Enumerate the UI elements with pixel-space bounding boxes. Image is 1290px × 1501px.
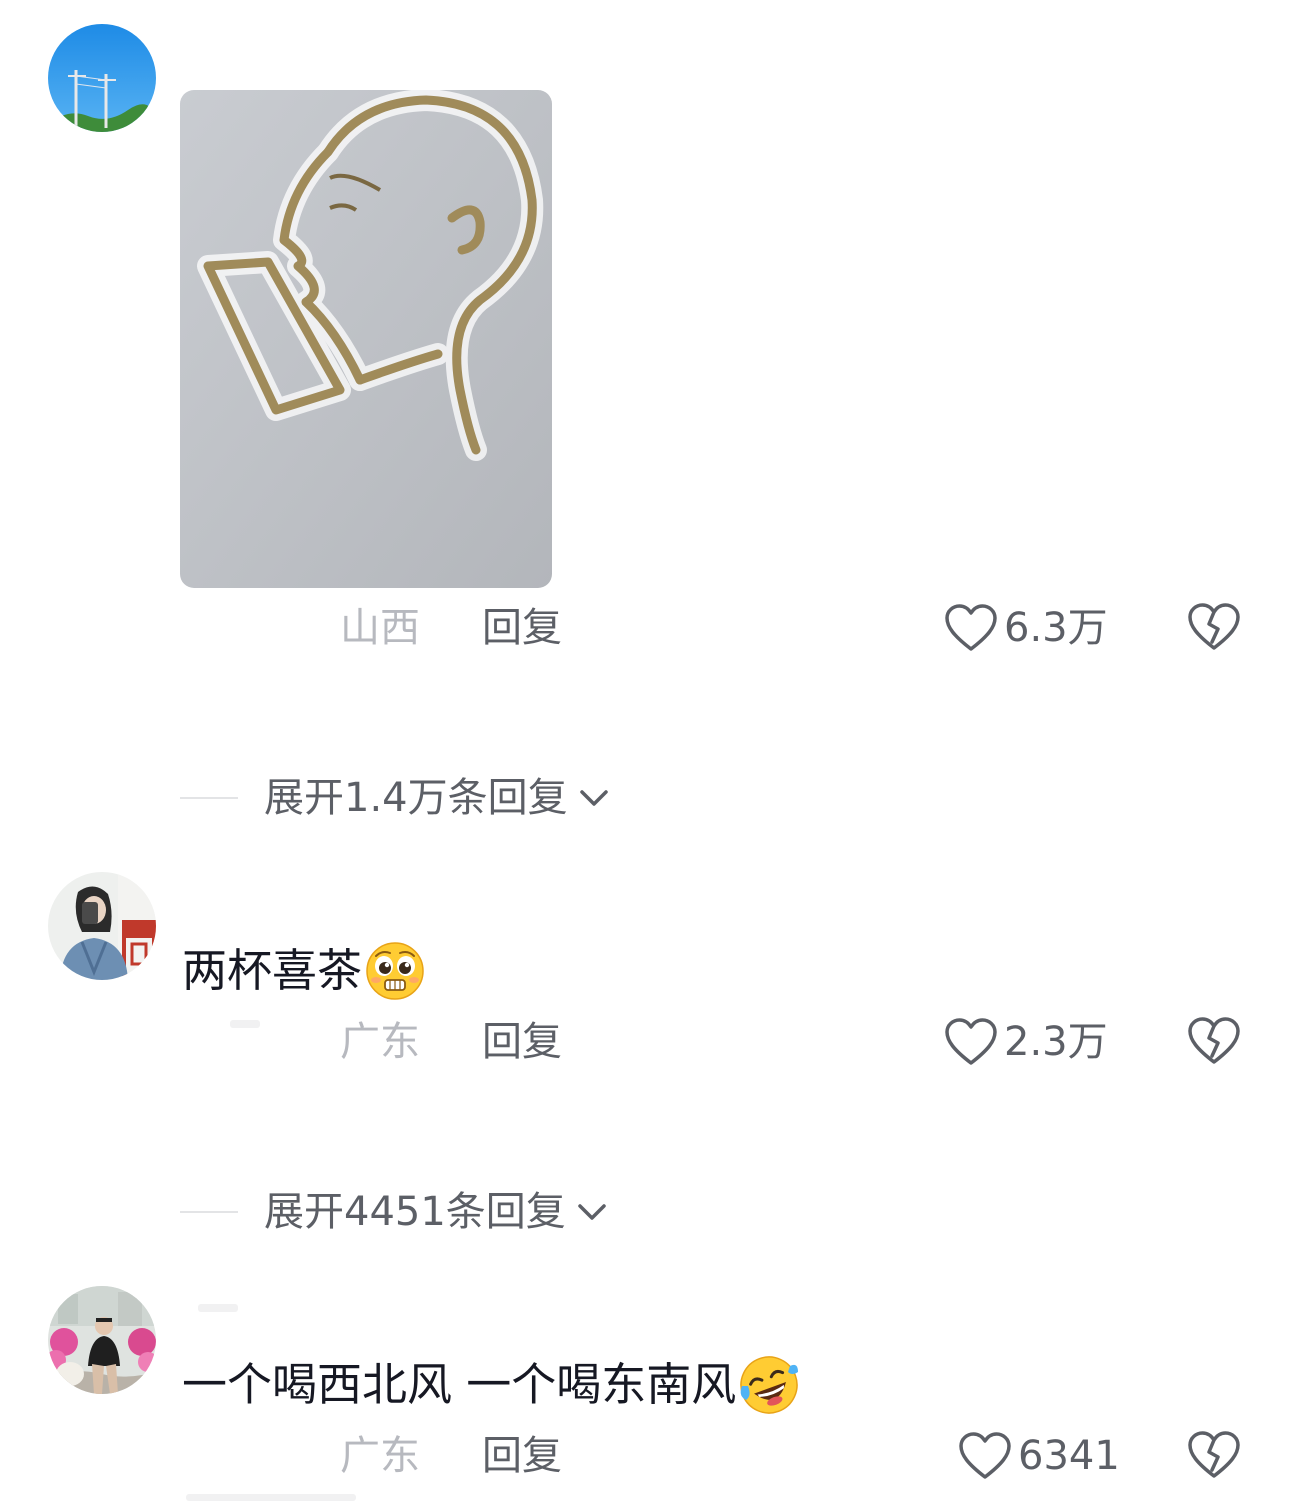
faint-divider (198, 1304, 238, 1312)
user-avatar[interactable] (48, 24, 156, 132)
comment-text: 一个喝西北风 一个喝东南风 (182, 1354, 800, 1416)
comment-image[interactable] (180, 90, 552, 588)
pleading-face-emoji (364, 940, 426, 1002)
comment-body: 一个喝西北风 一个喝东南风 (182, 1358, 737, 1411)
like-count: 2.3万 (1004, 1019, 1108, 1065)
comment-text: 两杯喜茶 (182, 940, 426, 1002)
broken-heart-icon[interactable] (1187, 1430, 1241, 1480)
comment-meta: 广东 回复 2.3万 (0, 1012, 1290, 1072)
user-avatar[interactable] (48, 872, 156, 980)
user-avatar[interactable] (48, 1286, 156, 1394)
comment-body: 两杯喜茶 (182, 944, 363, 997)
reply-button[interactable]: 回复 (482, 598, 562, 658)
faint-divider (186, 1494, 356, 1501)
comment-meta: 广东 回复 6341 (0, 1426, 1290, 1486)
broken-heart-icon[interactable] (1187, 602, 1241, 652)
chevron-down-icon (578, 1204, 606, 1220)
reply-button[interactable]: 回复 (482, 1012, 562, 1072)
divider-line (180, 1211, 238, 1213)
like-button[interactable]: 2.3万 (944, 1012, 1108, 1072)
reply-button[interactable]: 回复 (482, 1426, 562, 1486)
chevron-down-icon (579, 790, 608, 806)
like-count: 6.3万 (1004, 605, 1108, 651)
rolling-on-floor-laughing-emoji (738, 1354, 800, 1416)
expand-replies-button[interactable]: 展开1.4万条回复 (180, 768, 612, 828)
heart-outline-icon (945, 1018, 997, 1065)
heart-outline-icon (959, 1432, 1011, 1479)
comment-meta: 山西 回复 6.3万 (0, 598, 1290, 658)
expand-replies-label: 展开1.4万条回复 (264, 775, 568, 821)
divider-line (180, 797, 238, 799)
like-button[interactable]: 6.3万 (944, 598, 1108, 658)
region-label: 广东 (340, 1019, 420, 1065)
broken-heart-icon[interactable] (1187, 1016, 1241, 1066)
region-label: 山西 (340, 605, 420, 651)
like-count: 6341 (1018, 1433, 1120, 1479)
like-button[interactable]: 6341 (958, 1426, 1120, 1486)
region-label: 广东 (340, 1433, 420, 1479)
expand-replies-button[interactable]: 展开4451条回复 (180, 1182, 610, 1242)
heart-outline-icon (945, 604, 997, 651)
expand-replies-label: 展开4451条回复 (264, 1189, 566, 1235)
